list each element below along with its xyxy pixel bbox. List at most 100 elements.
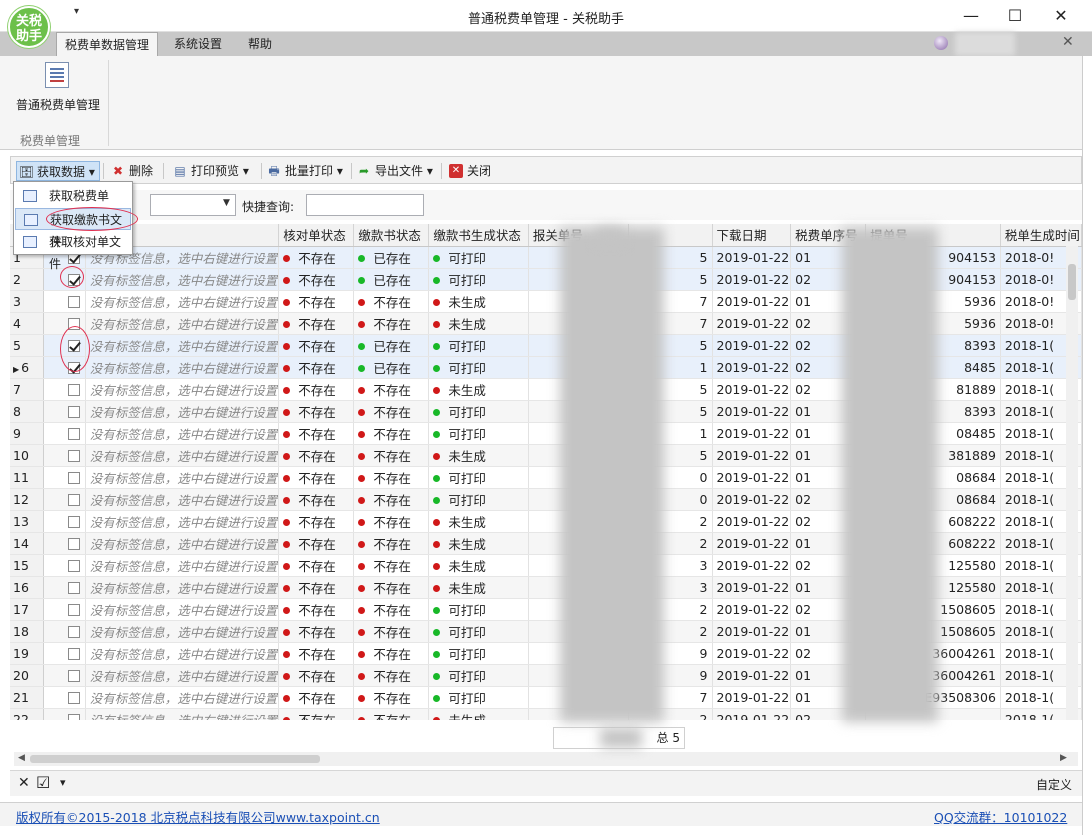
combo-chevron-down-icon[interactable]: ▼ <box>223 198 230 208</box>
scroll-left-icon[interactable]: ◀ <box>18 753 25 763</box>
tag-cell[interactable]: 没有标签信息，选中右键进行设置 <box>85 356 280 379</box>
tag-cell[interactable]: 没有标签信息，选中右键进行设置 <box>85 576 280 599</box>
row-number-cell: 8 <box>10 400 45 423</box>
tag-cell[interactable]: 没有标签信息，选中右键进行设置 <box>85 444 280 467</box>
row-checkbox[interactable] <box>68 669 81 682</box>
select-cell[interactable] <box>43 598 86 621</box>
tag-cell[interactable]: 没有标签信息，选中右键进行设置 <box>85 598 280 621</box>
tag-cell[interactable]: 没有标签信息，选中右键进行设置 <box>85 488 280 511</box>
select-cell[interactable] <box>43 400 86 423</box>
tab-data-management[interactable]: 税费单数据管理 <box>56 32 159 56</box>
fetch-data-button[interactable]: 🗄 获取数据 ▾ <box>16 161 100 181</box>
tag-cell[interactable]: 没有标签信息，选中右键进行设置 <box>85 290 280 313</box>
app-logo[interactable]: 关税 助手 <box>8 6 50 48</box>
select-cell[interactable] <box>43 378 86 401</box>
row-checkbox[interactable] <box>68 625 81 638</box>
row-checkbox[interactable] <box>68 603 81 616</box>
delete-button[interactable]: ✖ 删除 <box>109 161 157 181</box>
status-dot-icon <box>433 694 441 702</box>
export-file-button[interactable]: ➦ 导出文件 ▾ <box>355 161 437 181</box>
close-panel-button[interactable]: ✕ 关闭 <box>447 161 495 181</box>
tag-cell[interactable]: 没有标签信息，选中右键进行设置 <box>85 686 280 709</box>
ribbon-button-tax-bill-management[interactable]: 普通税费单管理 <box>16 96 100 113</box>
row-checkbox[interactable] <box>68 515 81 528</box>
tag-cell[interactable]: 没有标签信息，选中右键进行设置 <box>85 664 280 687</box>
ribbon-close-icon[interactable]: ✕ <box>1062 34 1074 50</box>
row-checkbox[interactable] <box>68 713 81 720</box>
qq-group-link[interactable]: QQ交流群：10101022 <box>934 807 1067 826</box>
tag-cell[interactable]: 没有标签信息，选中右键进行设置 <box>85 422 280 445</box>
tab-system-settings[interactable]: 系统设置 <box>166 32 230 56</box>
filter-enabled-checkbox[interactable]: ☑ <box>36 773 50 792</box>
menu-item-fetch-tax-bill[interactable]: 获取税费单 <box>15 185 131 207</box>
select-cell[interactable] <box>43 444 86 467</box>
generate-status-cell: 可打印 <box>428 664 529 687</box>
tag-cell[interactable]: 没有标签信息，选中右键进行设置 <box>85 312 280 335</box>
row-checkbox[interactable] <box>68 559 81 572</box>
column-header-download-date[interactable]: 下载日期 <box>712 224 792 247</box>
select-cell[interactable] <box>43 532 86 555</box>
minimize-button[interactable]: — <box>948 2 994 30</box>
copyright-link[interactable]: 版权所有©2015-2018 北京税点科技有限公司www.taxpoint.cn <box>16 807 380 826</box>
tag-cell[interactable]: 没有标签信息，选中右键进行设置 <box>85 642 280 665</box>
row-checkbox[interactable] <box>68 427 81 440</box>
tag-cell[interactable]: 没有标签信息，选中右键进行设置 <box>85 378 280 401</box>
row-number-cell: 19 <box>10 642 45 665</box>
row-number-cell: 14 <box>10 532 45 555</box>
select-cell[interactable] <box>43 664 86 687</box>
select-cell[interactable] <box>43 708 86 720</box>
row-checkbox[interactable] <box>68 493 81 506</box>
select-cell[interactable] <box>43 510 86 533</box>
row-checkbox[interactable] <box>68 581 81 594</box>
vertical-scrollbar[interactable] <box>1066 246 1078 720</box>
row-checkbox[interactable] <box>68 647 81 660</box>
menu-item-fetch-check-file[interactable]: 获取核对单文件 <box>15 231 131 271</box>
scroll-right-icon[interactable]: ▶ <box>1060 753 1067 763</box>
row-checkbox[interactable] <box>68 537 81 550</box>
tag-cell[interactable]: 没有标签信息，选中右键进行设置 <box>85 400 280 423</box>
tag-cell[interactable]: 没有标签信息，选中右键进行设置 <box>85 620 280 643</box>
select-cell[interactable] <box>43 554 86 577</box>
row-checkbox[interactable] <box>68 295 81 308</box>
document-list-icon[interactable] <box>45 62 69 88</box>
row-checkbox[interactable] <box>68 383 81 396</box>
tag-cell[interactable]: 没有标签信息，选中右键进行设置 <box>85 268 280 291</box>
tag-cell[interactable]: 没有标签信息，选中右键进行设置 <box>85 510 280 533</box>
tag-cell[interactable]: 没有标签信息，选中右键进行设置 <box>85 532 280 555</box>
clear-filter-icon[interactable]: ✕ <box>18 775 30 791</box>
customize-filter-link[interactable]: 自定义 <box>1036 776 1072 793</box>
maximize-button[interactable]: ☐ <box>992 2 1038 30</box>
tab-help[interactable]: 帮助 <box>240 32 280 56</box>
tag-cell[interactable]: 没有标签信息，选中右键进行设置 <box>85 708 280 720</box>
select-cell[interactable] <box>43 686 86 709</box>
tag-cell[interactable]: 没有标签信息，选中右键进行设置 <box>85 554 280 577</box>
select-cell[interactable] <box>43 488 86 511</box>
column-header-generate-status[interactable]: 缴款书生成状态 <box>428 224 529 247</box>
tag-cell[interactable]: 没有标签信息，选中右键进行设置 <box>85 466 280 489</box>
select-cell[interactable] <box>43 290 86 313</box>
column-header-generated-time[interactable]: 税单生成时间 <box>1000 224 1082 247</box>
row-checkbox[interactable] <box>68 449 81 462</box>
export-icon: ➦ <box>358 164 370 178</box>
column-header-check-status[interactable]: 核对单状态 <box>278 224 355 247</box>
filter-dropdown-icon[interactable]: ▾ <box>60 776 66 789</box>
select-cell[interactable] <box>43 466 86 489</box>
column-header-payment-status[interactable]: 缴款书状态 <box>353 224 430 247</box>
row-checkbox[interactable] <box>68 471 81 484</box>
row-checkbox[interactable] <box>68 405 81 418</box>
select-cell[interactable] <box>43 576 86 599</box>
annotation-circle-menu <box>46 207 138 231</box>
quick-search-input[interactable] <box>306 194 424 216</box>
print-preview-button[interactable]: ▤ 打印预览 ▾ <box>171 161 253 181</box>
download-date-cell: 2019-01-22 <box>712 488 792 511</box>
vertical-scroll-thumb[interactable] <box>1068 264 1076 300</box>
batch-print-button[interactable]: 🖶 批量打印 ▾ <box>265 161 347 181</box>
row-checkbox[interactable] <box>68 691 81 704</box>
horizontal-scroll-thumb[interactable] <box>30 755 320 763</box>
close-window-button[interactable]: ✕ <box>1038 2 1084 30</box>
status-dot-icon <box>283 584 291 592</box>
select-cell[interactable] <box>43 620 86 643</box>
select-cell[interactable] <box>43 422 86 445</box>
tag-cell[interactable]: 没有标签信息，选中右键进行设置 <box>85 334 280 357</box>
select-cell[interactable] <box>43 642 86 665</box>
